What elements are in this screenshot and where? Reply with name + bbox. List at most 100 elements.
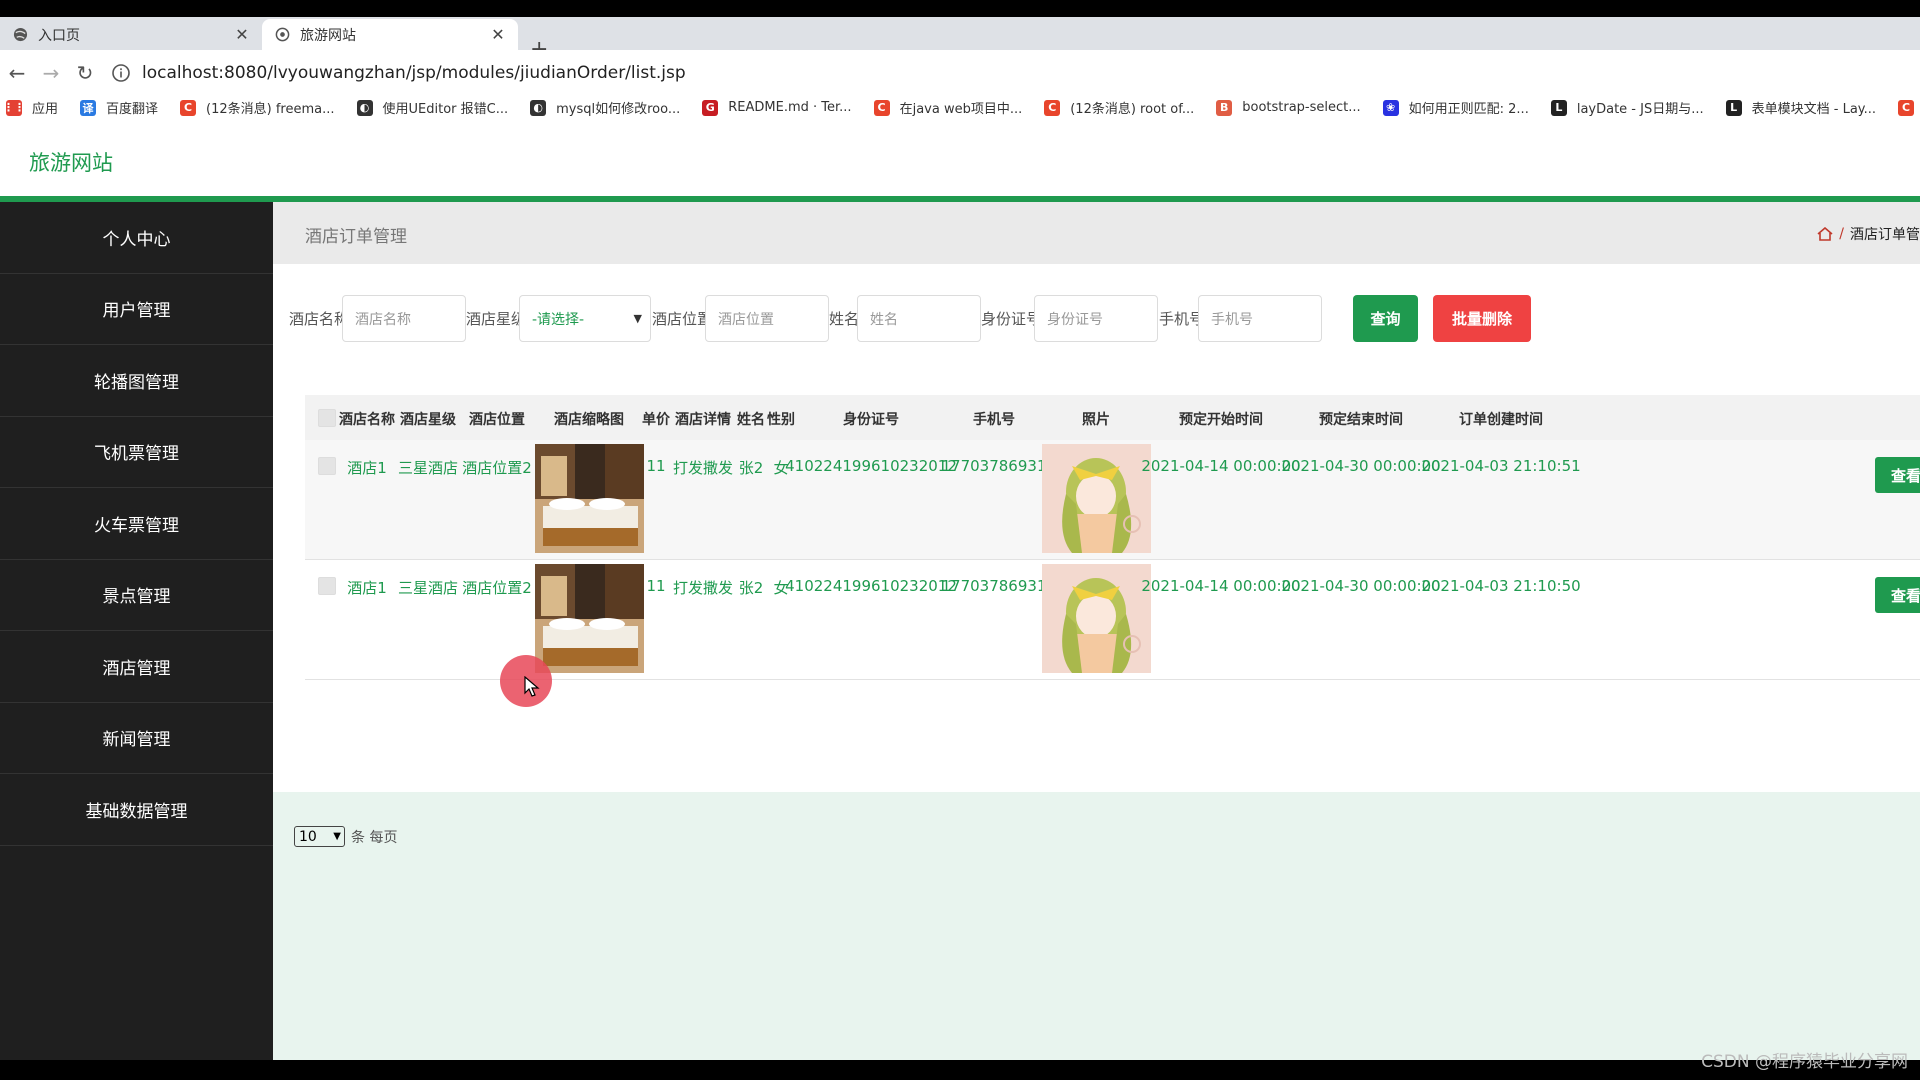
close-tab-icon[interactable]: ✕	[234, 25, 250, 44]
page-size-suffix: 条 每页	[351, 829, 398, 846]
sidebar-item[interactable]: 基础数据管理	[0, 774, 273, 846]
breadcrumb: / 酒店订单管	[1817, 224, 1920, 244]
browser-tab-bar: 入口页 ✕ 旅游网站 ✕ +	[0, 17, 1920, 62]
reload-icon[interactable]: ↻	[68, 61, 102, 85]
user-avatar-icon: ◐	[530, 99, 547, 116]
view-button[interactable]: 查看	[1875, 457, 1920, 493]
bookmark-item[interactable]: L 表单模块文档 - Lay...	[1725, 98, 1876, 117]
bookmark-item[interactable]: Bbootstrap-select...	[1216, 99, 1361, 116]
sidebar: 个人中心 用户管理 轮播图管理 飞机票管理 火车票管理 景点管理 酒店管理 新闻管理 基础数据管…	[0, 202, 273, 1060]
sidebar-item[interactable]: 轮播图管理	[0, 345, 273, 417]
name-input[interactable]: 姓名	[857, 295, 981, 342]
bookmark-item[interactable]: C 在java web项目中...	[873, 98, 1022, 117]
cell-price: 11	[646, 577, 666, 595]
home-icon[interactable]	[1817, 227, 1833, 241]
row-checkbox[interactable]	[318, 577, 336, 595]
hotel-thumbnail-image[interactable]	[535, 564, 644, 673]
column-header[interactable]: 预定结束时间	[1319, 409, 1403, 429]
column-header[interactable]: 姓名	[737, 409, 765, 429]
page-size-select[interactable]: 10 ▼	[294, 826, 345, 847]
column-header[interactable]: 酒店位置	[469, 409, 525, 429]
hotel-star-select[interactable]: -请选择- ▼	[519, 295, 651, 342]
bookmark-label: 如何用正则匹配: 2...	[1408, 102, 1529, 117]
bookmark-item[interactable]: ◐ mysql如何修改roo...	[530, 98, 680, 117]
layui-icon: L	[1550, 99, 1567, 116]
cell-hotel-name: 酒店1	[347, 579, 387, 597]
column-header[interactable]: 酒店缩略图	[554, 409, 624, 429]
bookmark-item[interactable]: ⋮⋮ 应用	[3, 98, 59, 117]
cell-star: 三星酒店	[397, 579, 459, 597]
browser-tab-travel[interactable]: 旅游网站 ✕	[262, 19, 518, 50]
sidebar-item[interactable]: 酒店管理	[0, 631, 273, 703]
baidu-translate-icon: 译	[80, 99, 97, 116]
customer-photo-image[interactable]	[1042, 564, 1151, 673]
watermark: CSDN @程序猿毕业分享网	[1701, 1052, 1908, 1072]
id-number-label: 身份证号	[981, 310, 1042, 328]
user-avatar-icon: ◐	[356, 99, 373, 116]
sidebar-item[interactable]: 景点管理	[0, 560, 273, 631]
csdn-icon: C	[873, 99, 890, 116]
bookmark-item[interactable]: LlayDate - JS日期与...	[1550, 98, 1704, 117]
bookmark-label: 应用	[32, 102, 59, 117]
column-header[interactable]: 单价	[642, 409, 670, 429]
column-header[interactable]: 酒店名称	[339, 409, 395, 429]
web-page: 旅游网站 个人中心 用户管理 轮播图管理 飞机票管理 火车票管理 景点管理 酒店管理 新闻管理…	[0, 120, 1920, 1060]
address-bar[interactable]: localhost:8080/lvyouwangzhan/jsp/modules…	[110, 62, 686, 84]
table-header: 酒店名称 酒店星级 酒店位置 酒店缩略图 单价 酒店详情 姓名 性别 身份证号 手机号 照片 预定开始…	[305, 395, 1920, 440]
site-shield-icon	[274, 27, 290, 43]
forward-arrow-icon[interactable]: →	[34, 61, 68, 85]
hotel-thumbnail-image[interactable]	[535, 444, 644, 553]
hotel-name-input[interactable]: 酒店名称	[342, 295, 466, 342]
back-arrow-icon[interactable]: ←	[0, 61, 34, 85]
gitee-icon: G	[702, 99, 719, 116]
sidebar-item[interactable]: 火车票管理	[0, 488, 273, 560]
bookmark-item[interactable]: G README.md · Ter...	[702, 99, 852, 116]
cell-price: 11	[646, 457, 666, 475]
query-button[interactable]: 查询	[1353, 295, 1418, 342]
sidebar-item[interactable]: 飞机票管理	[0, 417, 273, 488]
column-header[interactable]: 身份证号	[843, 409, 899, 429]
phone-input[interactable]: 手机号	[1198, 295, 1322, 342]
column-header[interactable]: 手机号	[973, 409, 1015, 429]
browser-tab-entry[interactable]: 入口页 ✕	[0, 19, 262, 50]
chevron-down-icon: ▼	[633, 312, 642, 325]
bookmark-item[interactable]: C (12条消息) freema...	[180, 98, 335, 117]
hotel-location-input[interactable]: 酒店位置	[705, 295, 829, 342]
sidebar-item[interactable]: 新闻管理	[0, 703, 273, 774]
mouse-cursor-icon	[524, 676, 540, 697]
close-tab-icon[interactable]: ✕	[490, 25, 506, 44]
cell-phone: 17703786931	[941, 457, 1047, 475]
column-header[interactable]: 酒店详情	[675, 409, 731, 429]
column-header[interactable]: 酒店星级	[400, 409, 456, 429]
url-text: localhost:8080/lvyouwangzhan/jsp/modules…	[142, 62, 686, 83]
tab-title: 入口页	[38, 27, 80, 44]
tab-title: 旅游网站	[300, 27, 356, 44]
bookmark-item[interactable]: C(12条消息	[1898, 98, 1920, 117]
view-button[interactable]: 查看	[1875, 577, 1920, 613]
browser-toolbar: ← → ↻ localhost:8080/lvyouwangzhan/jsp/m…	[0, 50, 1920, 95]
row-checkbox[interactable]	[318, 457, 336, 475]
column-header[interactable]: 订单创建时间	[1459, 409, 1543, 429]
sidebar-item[interactable]: 个人中心	[0, 202, 273, 274]
bookmark-item[interactable]: 译百度翻译	[80, 98, 158, 117]
bookmark-item[interactable]: ❀ 如何用正则匹配: 2...	[1382, 98, 1529, 117]
cell-star: 三星酒店	[397, 459, 459, 477]
column-header[interactable]: 照片	[1082, 409, 1110, 429]
column-header[interactable]: 性别	[767, 409, 795, 429]
column-header[interactable]: 预定开始时间	[1179, 409, 1263, 429]
site-brand[interactable]: 旅游网站	[29, 147, 113, 177]
bookmark-item[interactable]: C (12条消息) root of...	[1044, 98, 1194, 117]
bookmark-item[interactable]: ◐ 使用UEditor 报错C...	[356, 98, 508, 117]
select-all-checkbox[interactable]	[318, 409, 336, 427]
id-number-input[interactable]: 身份证号	[1034, 295, 1158, 342]
batch-delete-button[interactable]: 批量删除	[1433, 295, 1531, 342]
cell-detail[interactable]: 打发撒发	[673, 577, 733, 598]
cell-start: 2021-04-14 00:00:00	[1141, 577, 1301, 595]
cell-created: 2021-04-03 21:10:51	[1421, 457, 1581, 475]
customer-photo-image[interactable]	[1042, 444, 1151, 553]
hotel-location-label: 酒店位置	[652, 310, 713, 328]
sidebar-item[interactable]: 用户管理	[0, 274, 273, 345]
cell-start: 2021-04-14 00:00:00	[1141, 457, 1301, 475]
info-icon[interactable]	[110, 62, 132, 84]
cell-detail[interactable]: 打发撒发	[673, 457, 733, 478]
